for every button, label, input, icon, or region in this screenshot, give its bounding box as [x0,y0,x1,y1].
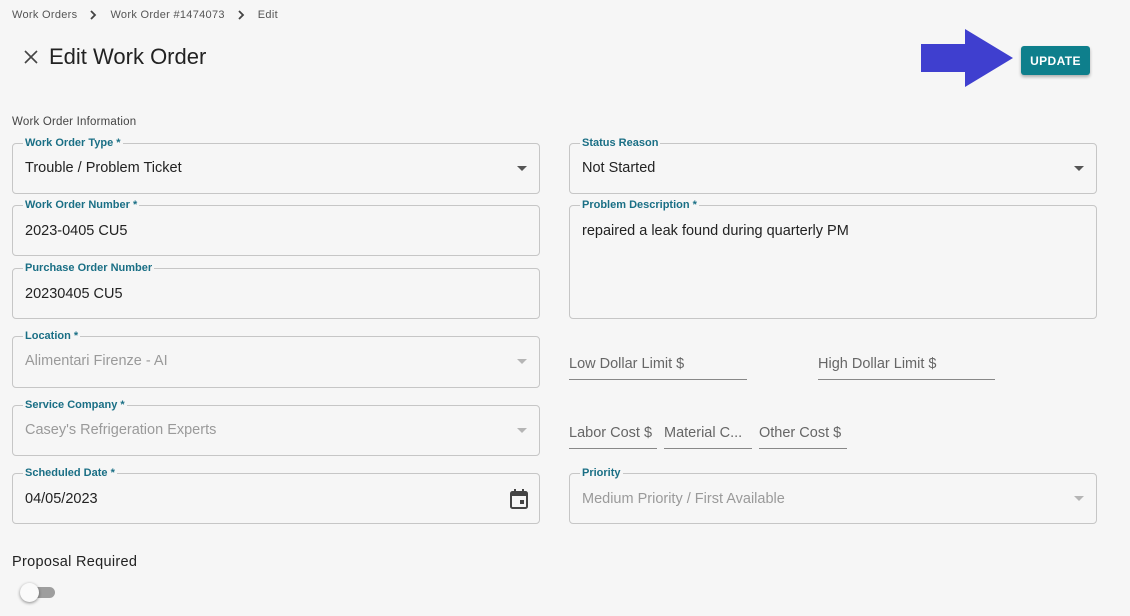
proposal-required-toggle[interactable] [20,582,56,602]
purchase-order-number-input[interactable]: Purchase Order Number 20230405 CU5 [12,261,540,319]
dropdown-caret-icon [517,359,527,364]
section-title: Work Order Information [12,116,137,128]
low-dollar-limit-label: Low Dollar Limit $ [569,356,685,372]
scheduled-date-input[interactable]: Scheduled Date * 04/05/2023 [12,466,540,524]
labor-cost-label: Labor Cost $ [569,425,653,441]
other-cost-label: Other Cost $ [759,425,842,441]
page-header: Edit Work Order [20,44,206,70]
high-dollar-limit-input[interactable]: High Dollar Limit $ [818,354,995,380]
low-dollar-limit-input[interactable]: Low Dollar Limit $ [569,354,747,380]
problem-description-value: repaired a leak found during quarterly P… [582,223,849,239]
purchase-order-number-value: 20230405 CU5 [25,286,123,302]
close-icon[interactable] [20,46,42,68]
work-order-number-input[interactable]: Work Order Number * 2023-0405 CU5 [12,198,540,256]
arrow-right-icon [921,29,1013,87]
toggle-thumb [20,583,39,602]
scheduled-date-value: 04/05/2023 [25,491,98,507]
location-select[interactable]: Location * Alimentari Firenze - AI [12,329,540,388]
status-reason-value: Not Started [582,160,656,176]
chevron-right-icon [89,9,98,21]
service-company-label: Service Company * [23,398,127,412]
dropdown-caret-icon [1074,166,1084,171]
update-button[interactable]: UPDATE [1021,46,1090,75]
work-order-number-value: 2023-0405 CU5 [25,223,128,239]
work-order-type-value: Trouble / Problem Ticket [25,160,182,176]
dropdown-caret-icon [1074,496,1084,501]
high-dollar-limit-label: High Dollar Limit $ [818,356,937,372]
location-value: Alimentari Firenze - AI [25,353,168,369]
other-cost-input[interactable]: Other Cost $ [759,423,847,449]
priority-select[interactable]: Priority Medium Priority / First Availab… [569,466,1097,524]
work-order-type-label: Work Order Type * [23,136,123,150]
breadcrumb-edit: Edit [257,9,278,21]
purchase-order-number-label: Purchase Order Number [23,261,155,275]
problem-description-label: Problem Description * [580,198,699,212]
service-company-value: Casey's Refrigeration Experts [25,422,217,438]
breadcrumb-work-order-id[interactable]: Work Order #1474073 [110,9,224,21]
status-reason-label: Status Reason [580,136,661,150]
labor-cost-input[interactable]: Labor Cost $ [569,423,657,449]
material-cost-label: Material C... [664,425,743,441]
priority-label: Priority [580,466,623,480]
dropdown-caret-icon [517,166,527,171]
breadcrumb-work-orders[interactable]: Work Orders [12,9,77,21]
material-cost-input[interactable]: Material C... [664,423,752,449]
breadcrumb: Work Orders Work Order #1474073 Edit [12,9,278,21]
work-order-number-label: Work Order Number * [23,198,140,212]
chevron-right-icon [237,9,246,21]
scheduled-date-label: Scheduled Date * [23,466,117,480]
status-reason-select[interactable]: Status Reason Not Started [569,136,1097,194]
problem-description-textarea[interactable]: Problem Description * repaired a leak fo… [569,198,1097,319]
calendar-icon[interactable] [509,488,529,515]
service-company-select[interactable]: Service Company * Casey's Refrigeration … [12,398,540,456]
work-order-type-select[interactable]: Work Order Type * Trouble / Problem Tick… [12,136,540,194]
priority-value: Medium Priority / First Available [582,491,785,507]
page-title: Edit Work Order [49,44,207,69]
location-label: Location * [23,329,81,343]
dropdown-caret-icon [517,428,527,433]
proposal-required-label: Proposal Required [12,554,138,570]
